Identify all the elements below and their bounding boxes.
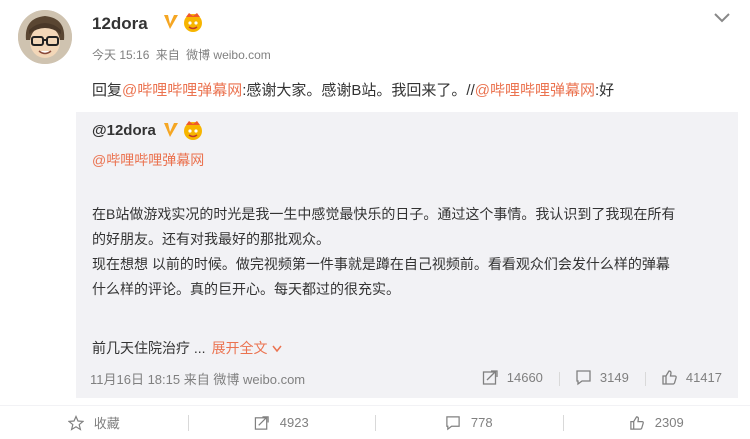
body-line: 在B站做游戏实况的时光是我一生中感觉最快乐的日子。通过这个事情。我认识到了我现在… <box>92 206 676 222</box>
reply-suffix: :好 <box>595 82 615 99</box>
truncated-text: 前几天住院治疗 ... 展开全文 <box>92 338 282 358</box>
chevron-down-icon[interactable] <box>712 10 732 26</box>
repost-mention-link[interactable]: @哔哩哔哩弹幕网 <box>92 150 204 170</box>
comment-icon <box>576 369 591 385</box>
repost-icon <box>482 369 498 385</box>
repost-stats: 14660 3149 41417 <box>466 366 738 388</box>
repost-time[interactable]: 11月16日 18:15 <box>90 372 180 387</box>
post-time[interactable]: 今天 15:16 <box>92 48 149 62</box>
like-count: 41417 <box>685 369 722 385</box>
body-line: 现在想想 以前的时候。做完视频第一件事就是蹲在自己视频前。看看观众们会发什么样的… <box>92 256 670 272</box>
comment-count-button[interactable]: 3149 <box>558 369 645 386</box>
like-button[interactable]: 2309 <box>562 406 750 439</box>
like-icon <box>630 415 644 430</box>
reply-body: :感谢大家。感谢B站。我回来了。// <box>242 82 475 99</box>
reply-prefix: 回复 <box>92 82 123 99</box>
like-count-button[interactable]: 41417 <box>644 369 738 386</box>
mention-link[interactable]: @哔哩哔哩弹幕网 <box>122 82 242 99</box>
comment-button[interactable]: 778 <box>375 406 563 439</box>
more-text: 前几天住院治疗 ... <box>92 340 206 356</box>
weibo-post: 12dora 今天 15:16 来自 微博 weibo.com 回复@哔哩哔哩弹… <box>0 0 750 439</box>
star-icon <box>67 414 84 431</box>
reposted-card: @12dora @哔哩哔哩弹幕网 在B站做游戏实况的时光是我一生中感觉最快乐的日… <box>76 112 738 398</box>
avatar[interactable] <box>18 10 72 64</box>
repost-count: 14660 <box>506 369 543 385</box>
post-meta: 今天 15:16 来自 微博 weibo.com <box>92 46 274 63</box>
like-action-count: 2309 <box>654 415 684 430</box>
repost-body: 在B站做游戏实况的时光是我一生中感觉最快乐的日子。通过这个事情。我认识到了我现在… <box>92 202 732 302</box>
repost-button[interactable]: 4923 <box>187 406 376 439</box>
member-icon[interactable] <box>182 119 204 141</box>
from-label: 来自 <box>155 48 180 62</box>
repost-count-button[interactable]: 14660 <box>466 369 559 386</box>
favorite-button[interactable]: 收藏 <box>0 406 188 439</box>
verified-icon <box>164 15 178 29</box>
repost-icon <box>254 415 269 430</box>
action-bar: 收藏 4923 778 2309 <box>0 405 750 439</box>
verified-icon <box>164 123 178 137</box>
reply-text: 回复@哔哩哔哩弹幕网:感谢大家。感谢B站。我回来了。//@哔哩哔哩弹幕网:好 <box>92 79 614 100</box>
expand-button[interactable]: 展开全文 <box>212 340 268 356</box>
repost-source[interactable]: 微博 weibo.com <box>213 372 305 387</box>
body-line: 的好朋友。还有对我最好的那批观众。 <box>92 231 330 247</box>
repost-action-count: 4923 <box>279 415 309 430</box>
comment-action-count: 778 <box>470 415 493 430</box>
comment-icon <box>446 415 460 430</box>
repost-username[interactable]: @12dora <box>92 122 156 139</box>
comment-count: 3149 <box>599 369 629 385</box>
post-username[interactable]: 12dora <box>92 14 148 34</box>
member-icon[interactable] <box>182 11 204 33</box>
chevron-down-icon[interactable] <box>271 345 282 353</box>
from-label: 来自 <box>183 372 210 387</box>
like-icon <box>662 369 677 385</box>
favorite-label: 收藏 <box>93 416 120 431</box>
body-line: 什么样的评论。真的巨开心。每天都过的很充实。 <box>92 281 400 297</box>
mention-link-2[interactable]: @哔哩哔哩弹幕网 <box>475 82 595 99</box>
repost-meta: 11月16日 18:15 来自 微博 weibo.com <box>90 369 305 388</box>
post-source[interactable]: 微博 weibo.com <box>186 48 271 62</box>
